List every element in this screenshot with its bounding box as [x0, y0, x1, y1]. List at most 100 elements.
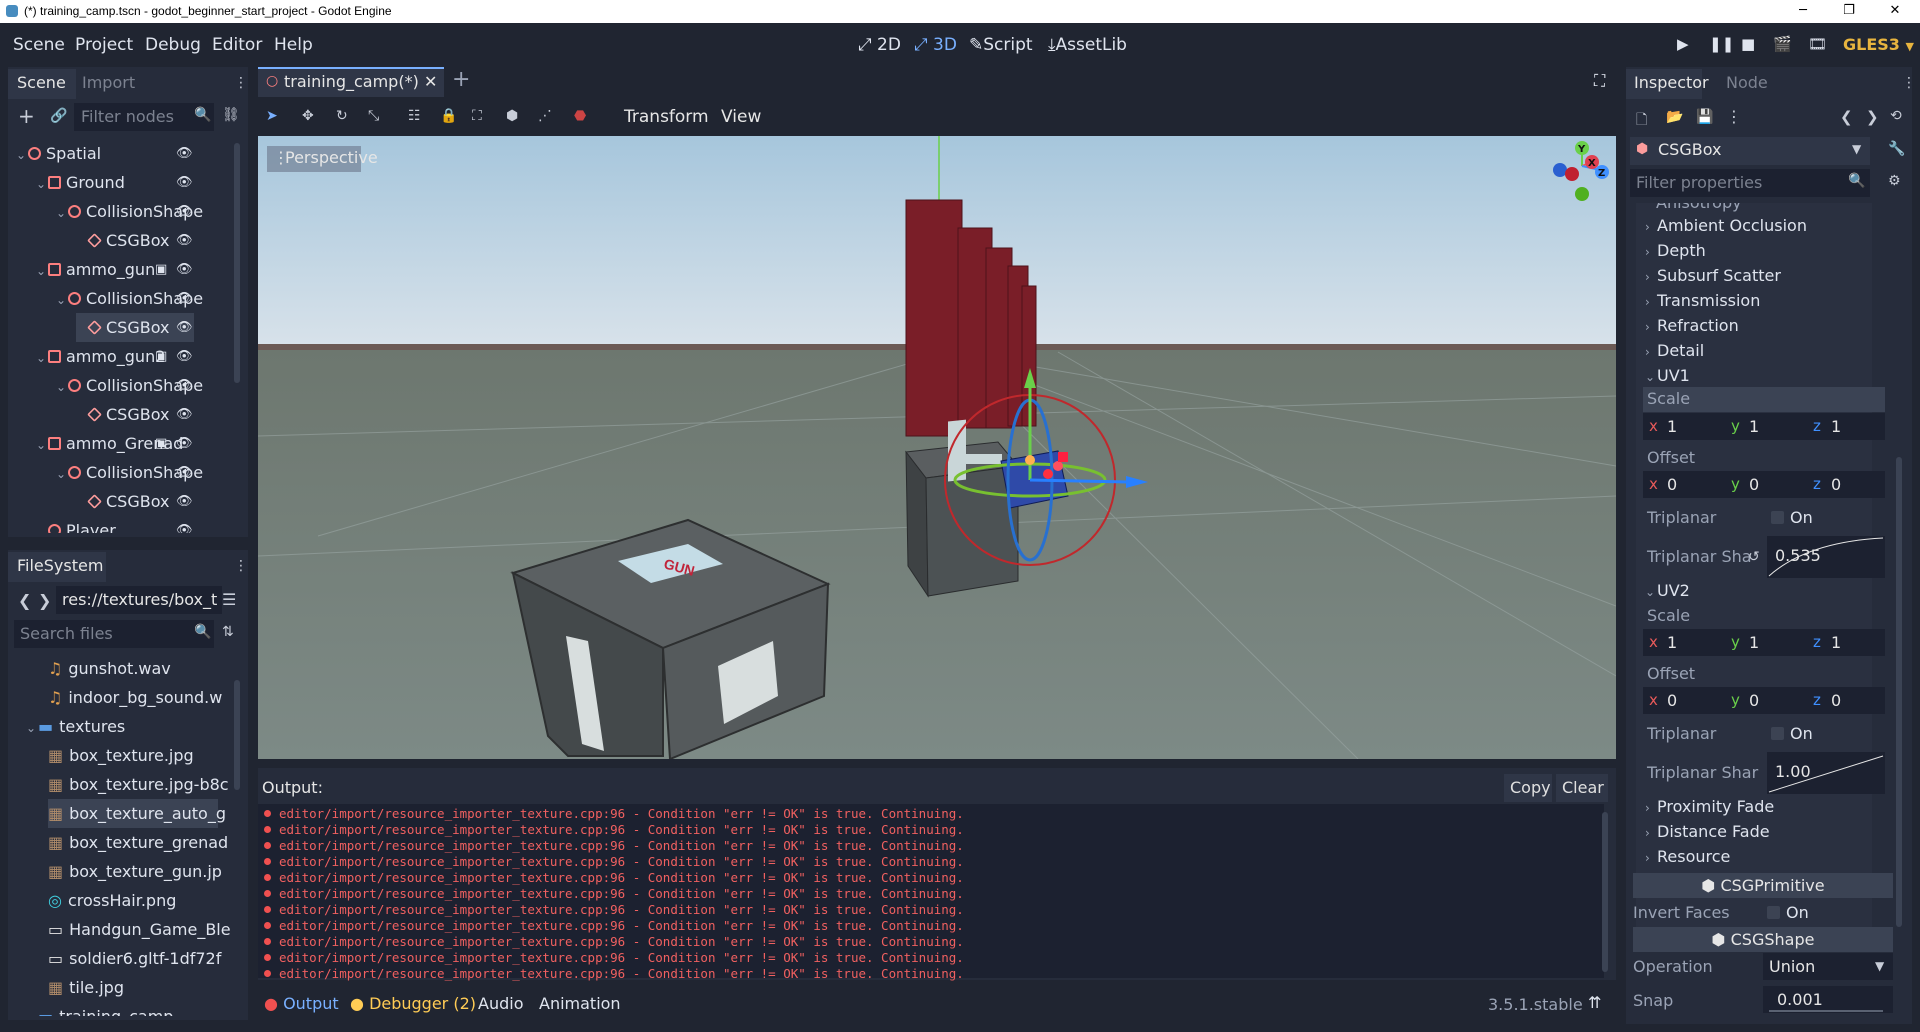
- uv2-scale-z[interactable]: 1: [1831, 629, 1841, 656]
- uv1-offset-z[interactable]: 0: [1831, 471, 1841, 498]
- forward-icon[interactable]: ❯: [38, 591, 51, 610]
- file-tree-scrollbar[interactable]: [234, 680, 240, 790]
- close-icon[interactable]: ✕: [1872, 0, 1918, 23]
- file-item[interactable]: ▦ box_texture.jpg: [48, 741, 194, 770]
- link-icon[interactable]: 🔗: [50, 108, 67, 124]
- visibility-eye-icon[interactable]: 👁: [176, 204, 193, 219]
- script-attached-icon[interactable]: ▣: [155, 262, 167, 277]
- history-back-icon[interactable]: ❮: [1840, 108, 1853, 126]
- uv2-scale-y[interactable]: 1: [1749, 629, 1759, 656]
- script-attached-icon[interactable]: ▣: [155, 436, 167, 451]
- chevron-down-icon[interactable]: ⌄: [26, 714, 38, 743]
- folder-item[interactable]: ⌄ ▬ textures: [26, 712, 125, 741]
- tab-filesystem[interactable]: FileSystem: [8, 552, 106, 582]
- add-node-icon[interactable]: +: [18, 104, 35, 128]
- chevron-down-icon[interactable]: ⌄: [36, 257, 48, 286]
- open-folder-icon[interactable]: 📂: [1666, 109, 1683, 125]
- uv1-scale-z[interactable]: 1: [1831, 413, 1841, 440]
- inspector-scrollbar[interactable]: [1896, 457, 1902, 927]
- add-tab-icon[interactable]: +: [452, 67, 470, 92]
- pause-icon[interactable]: ❚❚: [1709, 35, 1734, 53]
- select-mode-icon[interactable]: ➤: [266, 108, 278, 124]
- uv1-section[interactable]: ⌄ UV1: [1645, 363, 1690, 388]
- 3d-viewport[interactable]: GUN ⋮ Perspective Y X Z: [258, 136, 1616, 759]
- file-item[interactable]: ♫ gunshot.wav: [48, 654, 171, 683]
- tab-import[interactable]: Import: [82, 73, 135, 92]
- visibility-eye-icon[interactable]: 👁: [176, 494, 193, 509]
- renderer-selector[interactable]: GLES3 ▼: [1843, 35, 1914, 54]
- chevron-down-icon[interactable]: ⌄: [56, 373, 68, 402]
- uv2-scale-field[interactable]: x 1 y 1 z 1: [1643, 629, 1885, 656]
- dock-menu-icon[interactable]: ⋮: [1902, 75, 1916, 91]
- file-item[interactable]: ▦ box_texture_gun.jp: [48, 857, 222, 886]
- inspector-category[interactable]: › Proximity Fade: [1645, 794, 1774, 819]
- list-select-icon[interactable]: ☷: [408, 108, 421, 124]
- play-scene-icon[interactable]: 🎬: [1773, 35, 1792, 53]
- inspector-category[interactable]: › Transmission: [1645, 288, 1760, 313]
- more-options-icon[interactable]: ⋮: [1726, 107, 1742, 126]
- history-icon[interactable]: ⟲: [1890, 108, 1902, 124]
- uv1-scale-x[interactable]: 1: [1667, 413, 1677, 440]
- visibility-eye-icon[interactable]: 👁: [176, 262, 193, 277]
- chevron-down-icon[interactable]: ⌄: [16, 141, 28, 170]
- inspector-category[interactable]: › Subsurf Scatter: [1645, 263, 1781, 288]
- scene-tree-item[interactable]: CSGBox: [76, 226, 216, 255]
- uv2-triplanar-checkbox[interactable]: On: [1771, 721, 1813, 746]
- script-attached-icon[interactable]: ▣: [155, 349, 167, 364]
- new-resource-icon[interactable]: 🗋: [1636, 109, 1647, 133]
- inspector-category[interactable]: › Distance Fade: [1645, 819, 1770, 844]
- uv1-offset-x[interactable]: 0: [1667, 471, 1677, 498]
- workspace-script-button[interactable]: ✎Script: [969, 35, 1033, 55]
- revert-icon[interactable]: ↺: [1748, 549, 1760, 565]
- tab-audio[interactable]: Audio: [478, 994, 523, 1013]
- visibility-eye-icon[interactable]: 👁: [176, 291, 193, 306]
- tab-output[interactable]: ● Output: [264, 994, 339, 1013]
- fullscreen-icon[interactable]: ⛶: [1594, 71, 1605, 91]
- file-item[interactable]: ▭ Handgun_Game_Ble: [48, 915, 231, 944]
- inspector-category[interactable]: › Refraction: [1645, 313, 1739, 338]
- filter-nodes-input[interactable]: Filter nodes 🔍: [74, 103, 214, 131]
- perspective-menu[interactable]: ⋮ Perspective: [267, 146, 378, 172]
- tab-animation[interactable]: Animation: [539, 994, 621, 1013]
- inspector-category[interactable]: › Depth: [1645, 238, 1706, 263]
- workspace-3d-button[interactable]: ⤢ 3D: [914, 35, 957, 55]
- uv1-offset-y[interactable]: 0: [1749, 471, 1759, 498]
- file-item[interactable]: ▦ tile.jpg: [48, 973, 124, 1002]
- scene-tree-scrollbar[interactable]: [234, 143, 240, 383]
- visibility-eye-icon[interactable]: 👁: [176, 233, 193, 248]
- visibility-eye-icon[interactable]: 👁: [176, 349, 193, 364]
- output-scrollbar[interactable]: [1602, 812, 1608, 972]
- camera-preview-icon[interactable]: ⬣: [574, 108, 586, 124]
- visibility-eye-icon[interactable]: 👁: [176, 407, 193, 422]
- chevron-down-icon[interactable]: ⌄: [36, 344, 48, 373]
- menu-help[interactable]: Help: [274, 35, 313, 55]
- tab-debugger[interactable]: ● Debugger (2): [350, 994, 476, 1013]
- visibility-eye-icon[interactable]: 👁: [176, 436, 193, 451]
- menu-project[interactable]: Project: [75, 35, 133, 55]
- object-tools-icon[interactable]: 🔧: [1888, 141, 1905, 157]
- uv2-offset-x[interactable]: 0: [1667, 687, 1677, 714]
- visibility-eye-icon[interactable]: 👁: [176, 523, 193, 533]
- tab-inspector[interactable]: Inspector: [1626, 69, 1709, 99]
- search-files-input[interactable]: Search files 🔍: [14, 620, 214, 648]
- inspector-category[interactable]: › Ambient Occlusion: [1645, 213, 1807, 238]
- instance-scene-icon[interactable]: ⛓: [222, 107, 240, 123]
- maximize-icon[interactable]: ❐: [1826, 0, 1872, 23]
- history-forward-icon[interactable]: ❯: [1866, 108, 1879, 126]
- orientation-gizmo[interactable]: Y X Z: [1548, 136, 1612, 206]
- uv1-scale-y[interactable]: 1: [1749, 413, 1759, 440]
- clear-button[interactable]: Clear: [1556, 774, 1608, 802]
- rotate-mode-icon[interactable]: ↻: [336, 108, 348, 124]
- chevron-down-icon[interactable]: ⌄: [36, 170, 48, 199]
- file-item[interactable]: ▦ box_texture.jpg-b8c: [48, 770, 229, 799]
- chevron-down-icon[interactable]: ⌄: [36, 431, 48, 460]
- menu-debug[interactable]: Debug: [145, 35, 201, 55]
- group-icon[interactable]: ⛶: [472, 108, 482, 124]
- move-mode-icon[interactable]: ✥: [302, 108, 314, 124]
- file-item[interactable]: ▦ box_texture_auto_g: [48, 799, 226, 828]
- stop-icon[interactable]: ■: [1741, 35, 1755, 53]
- uv2-offset-y[interactable]: 0: [1749, 687, 1759, 714]
- minimize-icon[interactable]: ─: [1780, 0, 1826, 23]
- visibility-eye-icon[interactable]: 👁: [176, 320, 193, 335]
- file-item[interactable]: ▦ box_texture_grenad: [48, 828, 228, 857]
